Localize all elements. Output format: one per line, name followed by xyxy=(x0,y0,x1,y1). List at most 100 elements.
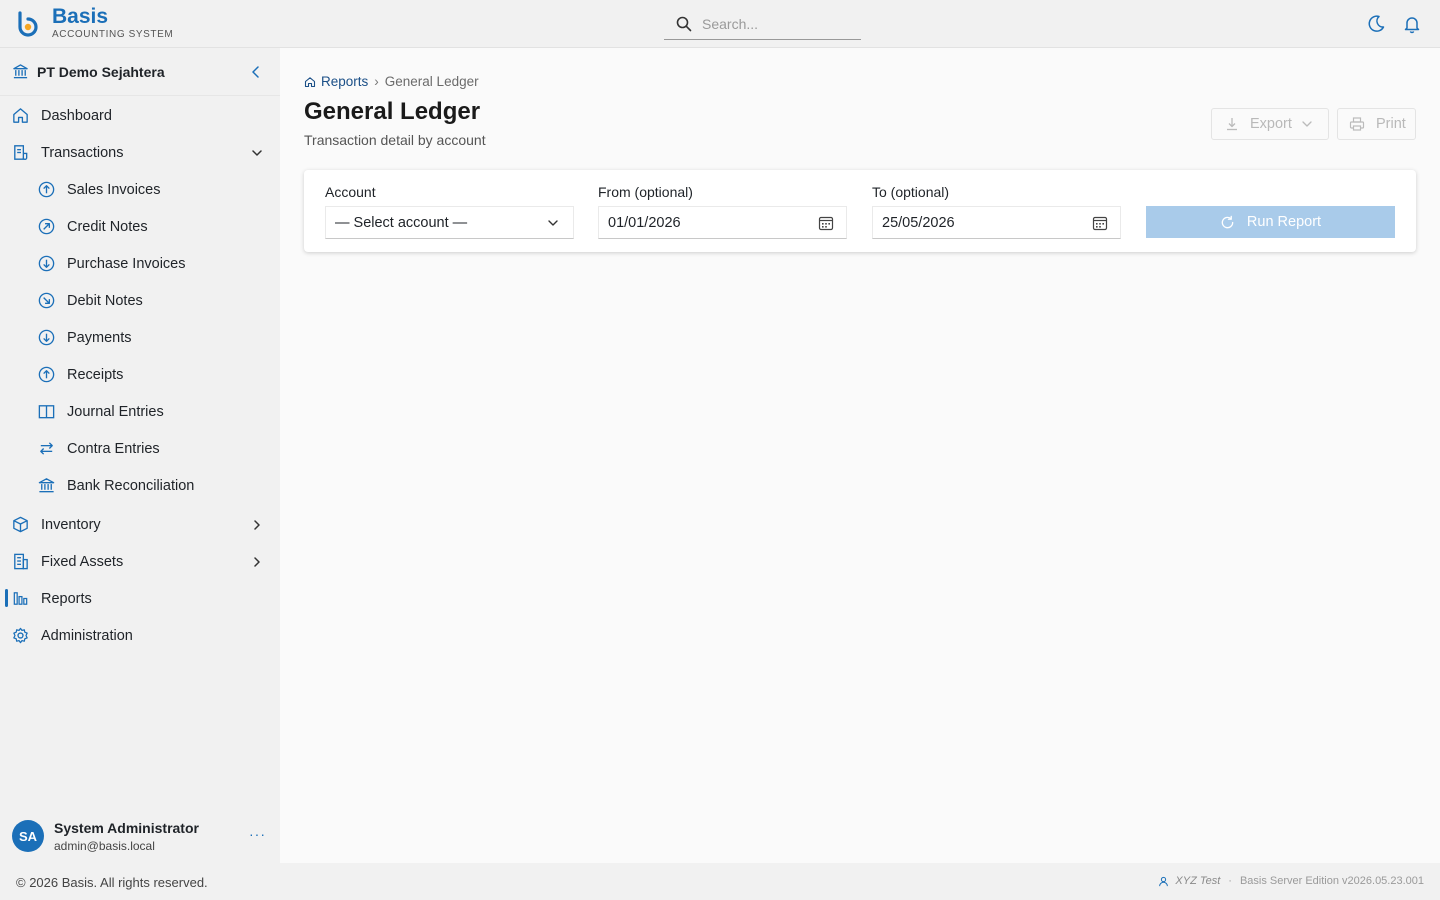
sidebar-item-fixed-assets[interactable]: Fixed Assets xyxy=(0,543,280,580)
breadcrumb-current: General Ledger xyxy=(384,74,479,89)
basis-logo-icon xyxy=(18,10,38,37)
to-date-label: To (optional) xyxy=(872,184,950,200)
organization-switcher[interactable]: PT Demo Sejahtera xyxy=(0,48,280,96)
sidebar-item-label: Debit Notes xyxy=(67,292,143,309)
gear-icon xyxy=(13,627,28,644)
to-date-input[interactable]: 25/05/2026 xyxy=(872,206,1121,239)
user-profile: SA System Administrator admin@basis.loca… xyxy=(0,810,280,863)
breadcrumb-parent-label: Reports xyxy=(321,74,369,89)
arrow-up-right-circle-icon xyxy=(38,218,55,235)
sidebar-item-contra-entries[interactable]: Contra Entries xyxy=(0,430,280,467)
export-button[interactable]: Export xyxy=(1211,108,1329,140)
swap-arrows-icon xyxy=(40,442,53,455)
version-text: Basis Server Edition v2026.05.23.001 xyxy=(1239,875,1424,887)
chevron-down-icon xyxy=(252,150,262,156)
app-logo[interactable]: Basis ACCOUNTING SYSTEM xyxy=(14,6,173,41)
arrow-up-circle-icon xyxy=(38,366,55,383)
printer-icon xyxy=(1349,117,1365,131)
brand-subtitle: ACCOUNTING SYSTEM xyxy=(52,29,174,40)
breadcrumb-separator: › xyxy=(374,74,379,89)
sidebar-item-administration[interactable]: Administration xyxy=(0,617,280,654)
sidebar-item-bank-reconciliation[interactable]: Bank Reconciliation xyxy=(0,467,280,504)
bank-icon xyxy=(13,64,28,79)
footer: © 2026 Basis. All rights reserved. XYZ T… xyxy=(0,863,1440,900)
collapse-sidebar-icon[interactable] xyxy=(248,64,264,80)
user-menu-button[interactable]: ··· xyxy=(249,826,266,842)
breadcrumb: Reports › General Ledger xyxy=(304,74,479,89)
print-label: Print xyxy=(1376,116,1406,132)
from-date-input[interactable]: 01/01/2026 xyxy=(598,206,847,239)
tenant-name: XYZ Test xyxy=(1175,875,1221,887)
sidebar-item-dashboard[interactable]: Dashboard xyxy=(0,97,280,134)
bank-icon xyxy=(38,478,55,493)
sidebar-item-inventory[interactable]: Inventory xyxy=(0,506,280,543)
building-icon xyxy=(14,553,28,570)
chevron-down-icon xyxy=(548,220,558,226)
brand-name: Basis xyxy=(52,5,109,28)
sidebar-item-label: Journal Entries xyxy=(67,403,164,420)
sidebar-item-transactions[interactable]: Transactions xyxy=(0,134,280,171)
account-label: Account xyxy=(325,184,376,200)
main-content: Reports › General Ledger General Ledger … xyxy=(280,48,1440,863)
sidebar-item-credit-notes[interactable]: Credit Notes xyxy=(0,208,280,245)
sidebar-item-payments[interactable]: Payments xyxy=(0,319,280,356)
arrow-down-circle-icon xyxy=(38,329,55,346)
export-label: Export xyxy=(1250,116,1292,132)
active-indicator xyxy=(5,589,8,607)
page-title: General Ledger xyxy=(304,98,481,125)
sidebar-item-label: Purchase Invoices xyxy=(67,255,186,272)
copyright-text: © 2026 Basis. All rights reserved. xyxy=(16,875,208,890)
refresh-icon xyxy=(1221,215,1234,228)
global-search xyxy=(664,9,861,40)
sidebar-item-debit-notes[interactable]: Debit Notes xyxy=(0,282,280,319)
report-filter-card: Account — Select account — From (optiona… xyxy=(304,170,1416,252)
download-icon xyxy=(1227,118,1237,131)
search-input[interactable] xyxy=(702,16,852,32)
search-icon xyxy=(676,16,692,32)
chevron-down-icon xyxy=(1302,121,1312,127)
top-bar: Basis ACCOUNTING SYSTEM xyxy=(0,0,1440,48)
moon-icon[interactable] xyxy=(1366,14,1386,34)
sidebar-item-purchase-invoices[interactable]: Purchase Invoices xyxy=(0,245,280,282)
page-subtitle: Transaction detail by account xyxy=(304,132,486,148)
user-icon xyxy=(1159,876,1169,886)
user-email: admin@basis.local xyxy=(54,839,155,853)
sidebar-item-label: Receipts xyxy=(67,366,124,383)
run-report-label: Run Report xyxy=(1246,214,1322,230)
organization-name: PT Demo Sejahtera xyxy=(37,63,165,80)
home-icon xyxy=(13,108,28,123)
from-date-label: From (optional) xyxy=(598,184,693,200)
run-report-button[interactable]: Run Report xyxy=(1146,206,1395,238)
sidebar-item-label: Credit Notes xyxy=(67,218,148,235)
sidebar-item-reports[interactable]: Reports xyxy=(0,580,280,617)
sidebar-item-label: Reports xyxy=(41,590,92,607)
footer-separator: · xyxy=(1228,875,1232,887)
sidebar: PT Demo Sejahtera Dashboard Transactions xyxy=(0,48,280,863)
arrow-down-circle-icon xyxy=(38,255,55,272)
print-button[interactable]: Print xyxy=(1337,108,1416,140)
calendar-icon[interactable] xyxy=(1092,215,1108,231)
sidebar-item-label: Payments xyxy=(67,329,132,346)
document-icon xyxy=(14,145,28,160)
sidebar-item-label: Bank Reconciliation xyxy=(67,477,195,494)
arrow-up-circle-icon xyxy=(38,181,55,198)
bell-icon[interactable] xyxy=(1402,14,1422,34)
account-select[interactable]: — Select account — xyxy=(325,206,574,239)
sidebar-item-label: Administration xyxy=(41,627,133,644)
home-icon xyxy=(304,76,316,87)
avatar[interactable]: SA xyxy=(12,820,44,852)
from-date-value: 01/01/2026 xyxy=(608,214,681,231)
sidebar-item-sales-invoices[interactable]: Sales Invoices xyxy=(0,171,280,208)
sidebar-item-label: Dashboard xyxy=(41,107,112,124)
sidebar-item-label: Inventory xyxy=(41,516,101,533)
sidebar-item-journal-entries[interactable]: Journal Entries xyxy=(0,393,280,430)
to-date-value: 25/05/2026 xyxy=(882,214,955,231)
sidebar-item-label: Contra Entries xyxy=(67,440,160,457)
sidebar-item-label: Fixed Assets xyxy=(41,553,124,570)
breadcrumb-reports-link[interactable]: Reports xyxy=(304,74,368,89)
sidebar-item-receipts[interactable]: Receipts xyxy=(0,356,280,393)
user-name: System Administrator xyxy=(54,820,199,836)
account-select-value: — Select account — xyxy=(335,214,468,231)
chevron-right-icon xyxy=(254,557,260,567)
calendar-icon[interactable] xyxy=(818,215,834,231)
